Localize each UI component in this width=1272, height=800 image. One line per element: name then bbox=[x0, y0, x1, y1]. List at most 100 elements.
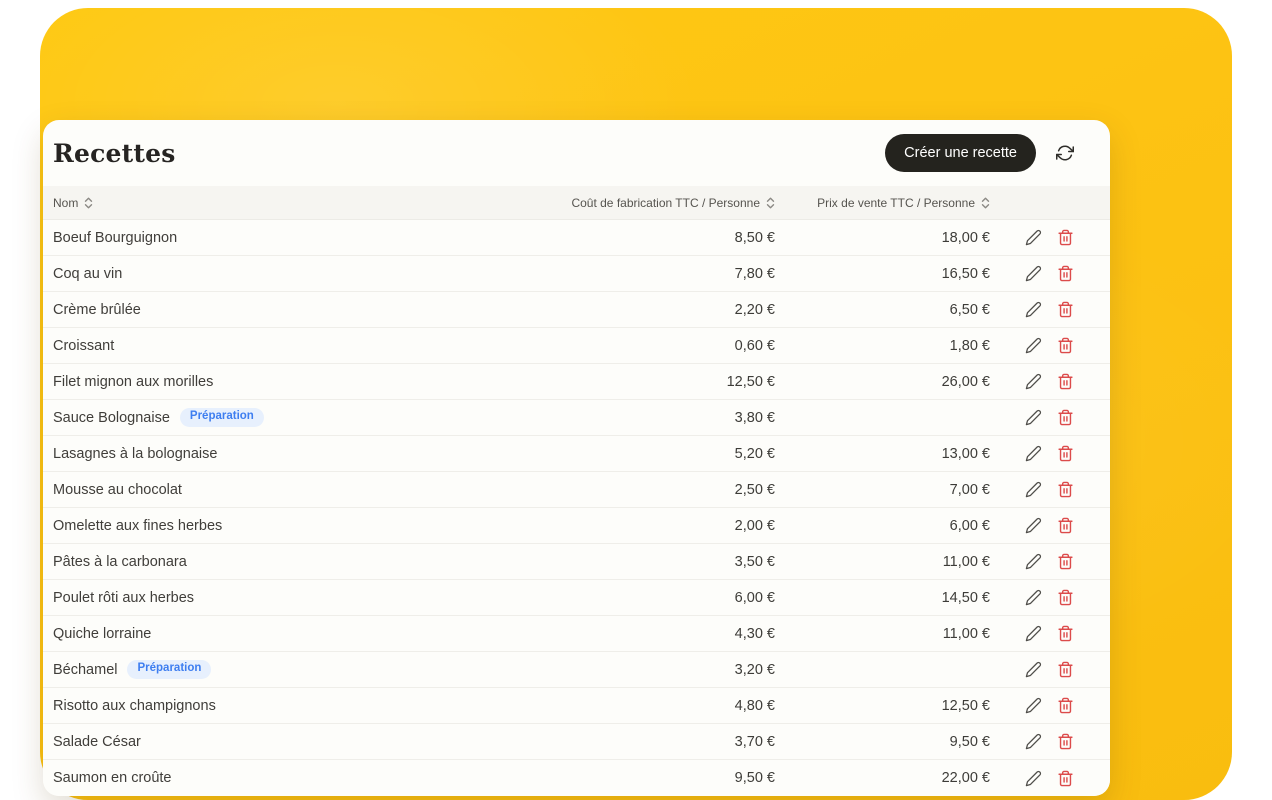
delete-button[interactable] bbox=[1056, 733, 1074, 751]
price-value: 9,50 € bbox=[775, 734, 990, 750]
column-header-nom[interactable]: Nom bbox=[43, 196, 475, 210]
cost-value: 3,50 € bbox=[475, 554, 775, 570]
pencil-icon bbox=[1025, 481, 1042, 498]
delete-button[interactable] bbox=[1056, 589, 1074, 607]
recipe-name: Saumon en croûte bbox=[53, 770, 172, 786]
delete-button[interactable] bbox=[1056, 625, 1074, 643]
edit-button[interactable] bbox=[1024, 229, 1042, 247]
row-actions bbox=[990, 625, 1110, 643]
refresh-button[interactable] bbox=[1052, 140, 1078, 166]
cost-value: 4,30 € bbox=[475, 626, 775, 642]
row-actions bbox=[990, 481, 1110, 499]
edit-button[interactable] bbox=[1024, 337, 1042, 355]
delete-button[interactable] bbox=[1056, 409, 1074, 427]
delete-button[interactable] bbox=[1056, 517, 1074, 535]
price-value: 7,00 € bbox=[775, 482, 990, 498]
column-header-prix-vente[interactable]: Prix de vente TTC / Personne bbox=[775, 196, 990, 210]
table-row: Mousse au chocolat 2,50 € 7,00 € bbox=[43, 472, 1110, 508]
row-actions bbox=[990, 409, 1110, 427]
page-title: Recettes bbox=[53, 139, 885, 168]
sort-arrows-icon bbox=[981, 196, 990, 210]
pencil-icon bbox=[1025, 625, 1042, 642]
table-row: Boeuf Bourguignon 8,50 € 18,00 € bbox=[43, 220, 1110, 256]
pencil-icon bbox=[1025, 553, 1042, 570]
delete-button[interactable] bbox=[1056, 301, 1074, 319]
trash-icon bbox=[1057, 481, 1074, 498]
trash-icon bbox=[1057, 553, 1074, 570]
edit-button[interactable] bbox=[1024, 373, 1042, 391]
cost-value: 3,70 € bbox=[475, 734, 775, 750]
trash-icon bbox=[1057, 337, 1074, 354]
recipe-name-cell: Omelette aux fines herbes bbox=[43, 518, 475, 534]
column-header-label: Nom bbox=[53, 196, 78, 210]
recipe-name: Poulet rôti aux herbes bbox=[53, 590, 194, 606]
table-row: Pâtes à la carbonara 3,50 € 11,00 € bbox=[43, 544, 1110, 580]
trash-icon bbox=[1057, 733, 1074, 750]
recipes-panel: Recettes Créer une recette Nom Co bbox=[43, 120, 1110, 796]
trash-icon bbox=[1057, 517, 1074, 534]
edit-button[interactable] bbox=[1024, 733, 1042, 751]
price-value: 16,50 € bbox=[775, 266, 990, 282]
pencil-icon bbox=[1025, 265, 1042, 282]
trash-icon bbox=[1057, 770, 1074, 787]
price-value: 13,00 € bbox=[775, 446, 990, 462]
table-row: Croissant 0,60 € 1,80 € bbox=[43, 328, 1110, 364]
row-actions bbox=[990, 265, 1110, 283]
trash-icon bbox=[1057, 409, 1074, 426]
cost-value: 3,80 € bbox=[475, 410, 775, 426]
delete-button[interactable] bbox=[1056, 697, 1074, 715]
table-header-row: Nom Coût de fabrication TTC / Personne P… bbox=[43, 186, 1110, 220]
create-recipe-button[interactable]: Créer une recette bbox=[885, 134, 1036, 173]
edit-button[interactable] bbox=[1024, 553, 1042, 571]
pencil-icon bbox=[1025, 337, 1042, 354]
delete-button[interactable] bbox=[1056, 481, 1074, 499]
edit-button[interactable] bbox=[1024, 481, 1042, 499]
edit-button[interactable] bbox=[1024, 265, 1042, 283]
price-value: 11,00 € bbox=[775, 626, 990, 642]
table-row: Coq au vin 7,80 € 16,50 € bbox=[43, 256, 1110, 292]
recipe-name: Salade César bbox=[53, 734, 141, 750]
price-value: 26,00 € bbox=[775, 374, 990, 390]
delete-button[interactable] bbox=[1056, 265, 1074, 283]
delete-button[interactable] bbox=[1056, 661, 1074, 679]
cost-value: 9,50 € bbox=[475, 770, 775, 786]
table-row: Risotto aux champignons 4,80 € 12,50 € bbox=[43, 688, 1110, 724]
delete-button[interactable] bbox=[1056, 553, 1074, 571]
pencil-icon bbox=[1025, 770, 1042, 787]
sort-arrows-icon bbox=[84, 196, 93, 210]
cost-value: 0,60 € bbox=[475, 338, 775, 354]
table-row: Saumon en croûte 9,50 € 22,00 € bbox=[43, 760, 1110, 796]
price-value: 1,80 € bbox=[775, 338, 990, 354]
table-row: Filet mignon aux morilles 12,50 € 26,00 … bbox=[43, 364, 1110, 400]
edit-button[interactable] bbox=[1024, 661, 1042, 679]
row-actions bbox=[990, 733, 1110, 751]
trash-icon bbox=[1057, 373, 1074, 390]
edit-button[interactable] bbox=[1024, 769, 1042, 787]
delete-button[interactable] bbox=[1056, 769, 1074, 787]
recipe-name: Omelette aux fines herbes bbox=[53, 518, 222, 534]
recipe-name: Mousse au chocolat bbox=[53, 482, 182, 498]
table-row: Poulet rôti aux herbes 6,00 € 14,50 € bbox=[43, 580, 1110, 616]
cost-value: 2,00 € bbox=[475, 518, 775, 534]
edit-button[interactable] bbox=[1024, 517, 1042, 535]
table-row: Béchamel Préparation 3,20 € bbox=[43, 652, 1110, 688]
pencil-icon bbox=[1025, 373, 1042, 390]
row-actions bbox=[990, 769, 1110, 787]
edit-button[interactable] bbox=[1024, 589, 1042, 607]
cost-value: 8,50 € bbox=[475, 230, 775, 246]
delete-button[interactable] bbox=[1056, 337, 1074, 355]
delete-button[interactable] bbox=[1056, 229, 1074, 247]
panel-header: Recettes Créer une recette bbox=[43, 120, 1110, 186]
column-header-cout-fabrication[interactable]: Coût de fabrication TTC / Personne bbox=[475, 196, 775, 210]
cost-value: 3,20 € bbox=[475, 662, 775, 678]
recipe-name-cell: Pâtes à la carbonara bbox=[43, 554, 475, 570]
recipe-name-cell: Croissant bbox=[43, 338, 475, 354]
delete-button[interactable] bbox=[1056, 445, 1074, 463]
edit-button[interactable] bbox=[1024, 445, 1042, 463]
edit-button[interactable] bbox=[1024, 697, 1042, 715]
pencil-icon bbox=[1025, 697, 1042, 714]
edit-button[interactable] bbox=[1024, 409, 1042, 427]
delete-button[interactable] bbox=[1056, 373, 1074, 391]
edit-button[interactable] bbox=[1024, 625, 1042, 643]
edit-button[interactable] bbox=[1024, 301, 1042, 319]
